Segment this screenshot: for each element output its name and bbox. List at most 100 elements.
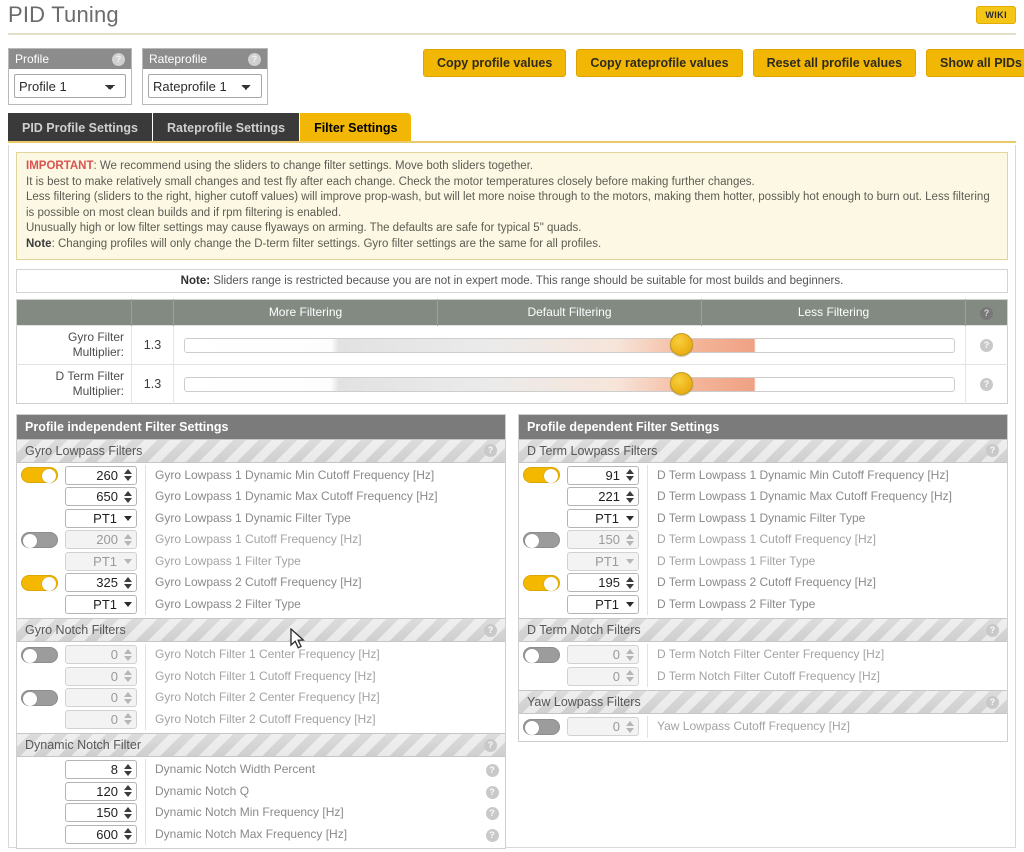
help-icon[interactable]: ?: [484, 738, 497, 752]
slider-track[interactable]: [184, 337, 955, 353]
rateprofile-select[interactable]: Rateprofile 1: [148, 74, 262, 98]
spinner-arrows-icon[interactable]: [624, 574, 638, 591]
toggle-switch-yaw-lowpass-cutoff-frequency-hz[interactable]: [523, 718, 560, 735]
number-input-dynamic-notch-q[interactable]: 120: [65, 781, 137, 801]
spinner-arrows-icon[interactable]: [624, 668, 638, 685]
help-icon[interactable]: ?: [484, 623, 497, 637]
spinner-arrows-icon[interactable]: [624, 646, 638, 663]
select-input-d-term-lowpass-2-filter-type[interactable]: PT1: [567, 594, 639, 614]
help-icon[interactable]: ?: [986, 444, 999, 458]
toggle-switch-d-term-lowpass-2-cutoff-frequency-hz[interactable]: [523, 574, 560, 591]
number-input-dynamic-notch-min-frequency-hz[interactable]: 150: [65, 803, 137, 823]
tab-pid-profile-settings[interactable]: PID Profile Settings: [8, 113, 153, 143]
spinner-arrows-icon[interactable]: [122, 531, 136, 548]
gyro-filter-multiplier-slider[interactable]: [184, 332, 955, 356]
help-icon[interactable]: ?: [485, 807, 499, 821]
number-input-gyro-notch-filter-2-cutoff-frequency-hz[interactable]: 0: [65, 709, 137, 729]
help-icon[interactable]: ?: [986, 695, 999, 709]
spinner-arrows-icon[interactable]: [122, 761, 136, 778]
toggle-switch-d-term-lowpass-1-dynamic-min-cutoff-frequency-hz[interactable]: [523, 467, 560, 484]
reset-all-profile-values-button[interactable]: Reset all profile values: [752, 49, 917, 77]
number-input-gyro-notch-filter-2-center-frequency-hz[interactable]: 0: [65, 688, 137, 708]
select-input-gyro-lowpass-2-filter-type[interactable]: PT1: [65, 594, 137, 614]
number-input-d-term-notch-filter-cutoff-frequency-hz[interactable]: 0: [567, 666, 639, 686]
number-input-dynamic-notch-max-frequency-hz[interactable]: 600: [65, 824, 137, 844]
help-icon[interactable]: ?: [485, 828, 499, 842]
number-input-gyro-lowpass-1-cutoff-frequency-hz[interactable]: 200: [65, 530, 137, 550]
chevron-down-icon[interactable]: [120, 601, 136, 607]
slider-range-note: Note: Sliders range is restricted becaus…: [16, 268, 1008, 293]
number-input-gyro-lowpass-1-dynamic-max-cutoff-frequency-hz[interactable]: 650: [65, 487, 137, 507]
help-icon[interactable]: ?: [485, 764, 499, 778]
toggle-switch-d-term-lowpass-1-cutoff-frequency-hz[interactable]: [523, 531, 560, 548]
select-input-d-term-lowpass-1-filter-type[interactable]: PT1: [567, 551, 639, 571]
group-title: D Term Lowpass Filters: [527, 443, 658, 458]
chevron-down-icon[interactable]: [120, 558, 136, 564]
show-all-pids-button[interactable]: Show all PIDs: [926, 49, 1024, 77]
dterm-filter-multiplier-label: D Term Filter Multiplier:: [16, 363, 132, 404]
copy-profile-values-button[interactable]: Copy profile values: [423, 49, 567, 77]
number-input-gyro-notch-filter-1-cutoff-frequency-hz[interactable]: 0: [65, 666, 137, 686]
number-input-yaw-lowpass-cutoff-frequency-hz[interactable]: 0: [567, 717, 639, 737]
dterm-filter-multiplier-slider-cell: [173, 363, 966, 404]
spinner-arrows-icon[interactable]: [122, 783, 136, 800]
select-input-d-term-lowpass-1-dynamic-filter-type[interactable]: PT1: [567, 508, 639, 528]
number-value: 120: [96, 783, 118, 799]
chevron-down-icon[interactable]: [622, 515, 638, 521]
help-icon[interactable]: ?: [980, 306, 993, 320]
wiki-button[interactable]: WIKI: [976, 6, 1016, 24]
spinner-arrows-icon[interactable]: [122, 711, 136, 728]
spinner-arrows-icon[interactable]: [624, 467, 638, 484]
spinner-arrows-icon[interactable]: [122, 689, 136, 706]
spinner-arrows-icon[interactable]: [122, 467, 136, 484]
help-icon[interactable]: ?: [986, 623, 999, 637]
spinner-arrows-icon[interactable]: [624, 531, 638, 548]
dterm-filter-multiplier-slider[interactable]: [184, 371, 955, 395]
label-line-2: Multiplier:: [72, 383, 124, 398]
help-icon[interactable]: ?: [248, 52, 261, 66]
toggle-switch-gyro-lowpass-1-dynamic-min-cutoff-frequency-hz[interactable]: [21, 467, 58, 484]
help-icon[interactable]: ?: [980, 378, 993, 392]
number-input-gyro-notch-filter-1-center-frequency-hz[interactable]: 0: [65, 645, 137, 665]
chevron-down-icon[interactable]: [120, 515, 136, 521]
toggle-cell: [523, 646, 567, 663]
spinner-arrows-icon[interactable]: [624, 488, 638, 505]
profile-select[interactable]: Profile 1: [14, 74, 126, 98]
help-icon[interactable]: ?: [485, 785, 499, 799]
help-icon[interactable]: ?: [112, 52, 125, 66]
number-input-dynamic-notch-width-percent[interactable]: 8: [65, 760, 137, 780]
number-input-d-term-lowpass-1-cutoff-frequency-hz[interactable]: 150: [567, 530, 639, 550]
toggle-switch-d-term-notch-filter-center-frequency-hz[interactable]: [523, 646, 560, 663]
toggle-knob: [42, 576, 56, 591]
chevron-down-icon[interactable]: [622, 601, 638, 607]
number-input-d-term-lowpass-1-dynamic-max-cutoff-frequency-hz[interactable]: 221: [567, 487, 639, 507]
copy-rateprofile-values-button[interactable]: Copy rateprofile values: [576, 49, 743, 77]
tab-rateprofile-settings[interactable]: Rateprofile Settings: [153, 113, 301, 143]
number-input-d-term-lowpass-2-cutoff-frequency-hz[interactable]: 195: [567, 573, 639, 593]
spinner-arrows-icon[interactable]: [122, 804, 136, 821]
toggle-switch-gyro-notch-filter-1-center-frequency-hz[interactable]: [21, 646, 58, 663]
select-input-gyro-lowpass-1-filter-type[interactable]: PT1: [65, 551, 137, 571]
help-icon[interactable]: ?: [980, 339, 993, 353]
spinner-arrows-icon[interactable]: [122, 646, 136, 663]
chevron-down-icon[interactable]: [622, 558, 638, 564]
help-icon[interactable]: ?: [484, 444, 497, 458]
spinner-arrows-icon[interactable]: [122, 574, 136, 591]
spinner-arrows-icon[interactable]: [624, 718, 638, 735]
toggle-switch-gyro-lowpass-2-cutoff-frequency-hz[interactable]: [21, 574, 58, 591]
slider-thumb[interactable]: [670, 332, 694, 356]
spinner-arrows-icon[interactable]: [122, 668, 136, 685]
select-input-gyro-lowpass-1-dynamic-filter-type[interactable]: PT1: [65, 508, 137, 528]
number-input-gyro-lowpass-2-cutoff-frequency-hz[interactable]: 325: [65, 573, 137, 593]
number-input-d-term-notch-filter-center-frequency-hz[interactable]: 0: [567, 645, 639, 665]
spinner-arrows-icon[interactable]: [122, 826, 136, 843]
tab-filter-settings[interactable]: Filter Settings: [300, 113, 412, 143]
rateprofile-box-header: Rateprofile ?: [143, 49, 267, 69]
number-input-gyro-lowpass-1-dynamic-min-cutoff-frequency-hz[interactable]: 260: [65, 465, 137, 485]
toggle-switch-gyro-notch-filter-2-center-frequency-hz[interactable]: [21, 689, 58, 706]
spinner-arrows-icon[interactable]: [122, 488, 136, 505]
slider-track[interactable]: [184, 376, 955, 392]
toggle-switch-gyro-lowpass-1-cutoff-frequency-hz[interactable]: [21, 531, 58, 548]
slider-thumb[interactable]: [670, 371, 694, 395]
number-input-d-term-lowpass-1-dynamic-min-cutoff-frequency-hz[interactable]: 91: [567, 465, 639, 485]
